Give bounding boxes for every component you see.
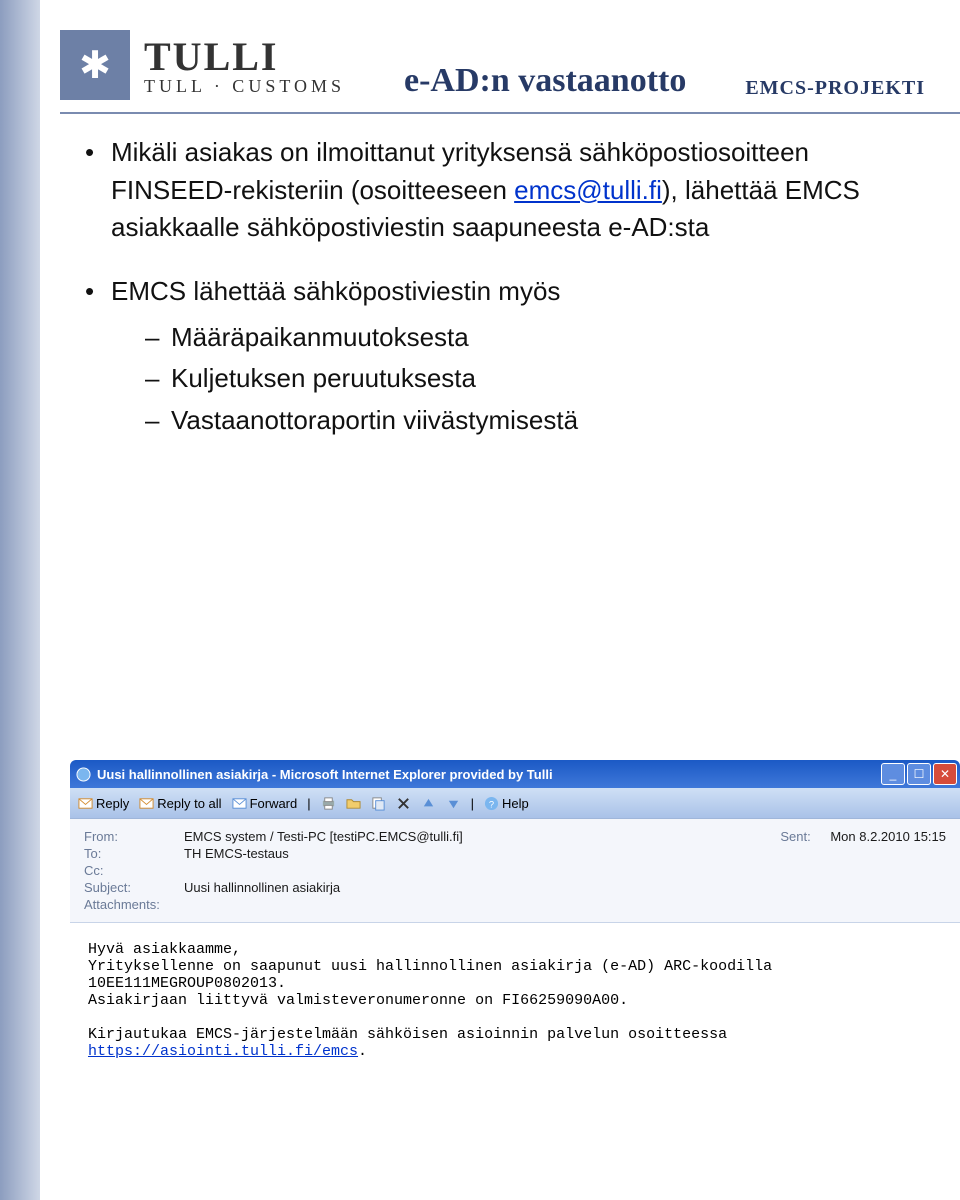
help-icon: ? [484,796,499,811]
arrow-up-icon [421,796,436,811]
from-value: EMCS system / Testi-PC [testiPC.EMCS@tul… [184,829,463,844]
bullet-2-text: EMCS lähettää sähköpostiviestin myös [111,276,560,306]
subject-value: Uusi hallinnollinen asiakirja [184,880,340,895]
envelope-icon [78,796,93,811]
ie-icon [76,767,91,782]
arrow-down-icon [446,796,461,811]
org-block: ✱ Tulli Tull · Customs [60,30,345,100]
org-subtitle: Tull · Customs [144,76,345,97]
slide-page: ✱ Tulli Tull · Customs e-AD:n vastaanott… [40,0,960,1200]
delete-icon [396,796,411,811]
move-button[interactable] [346,796,361,811]
close-button[interactable]: ✕ [933,763,957,785]
copy-icon [371,796,386,811]
divider [60,112,960,114]
folder-icon [346,796,361,811]
titlebar[interactable]: Uusi hallinnollinen asiakirja - Microsof… [70,760,960,788]
slide-sidebar [0,0,40,1200]
window-title: Uusi hallinnollinen asiakirja - Microsof… [97,767,553,782]
delete-button[interactable] [396,796,411,811]
to-value: TH EMCS-testaus [184,846,289,861]
email-window: Uusi hallinnollinen asiakirja - Microsof… [70,760,960,1200]
prev-button[interactable] [421,796,436,811]
bullet-1: Mikäli asiakas on ilmoittanut yrityksens… [85,134,910,247]
email-body: Hyvä asiakkaamme, Yrityksellenne on saap… [70,923,960,1171]
sent-value: Mon 8.2.2010 15:15 [830,829,946,844]
minimize-button[interactable]: _ [881,763,905,785]
org-logo-icon: ✱ [60,30,130,100]
envelope-icon [139,796,154,811]
slide-title: e-AD:n vastaanotto [345,62,745,100]
sub-bullet: Määräpaikanmuutoksesta [145,319,910,357]
subject-label: Subject: [84,880,184,895]
sub-bullet: Vastaanottoraportin viivästymisestä [145,402,910,440]
help-button[interactable]: ?Help [484,796,529,811]
bullet-2: EMCS lähettää sähköpostiviestin myös Mää… [85,273,910,440]
from-label: From: [84,829,184,844]
project-label: EMCS-PROJEKTI [745,77,925,100]
reply-all-button[interactable]: Reply to all [139,796,221,811]
sent-label: Sent: [780,829,830,844]
body-url[interactable]: https://asiointi.tulli.fi/emcs [88,1043,358,1060]
forward-button[interactable]: Forward [232,796,298,811]
next-button[interactable] [446,796,461,811]
email-link[interactable]: emcs@tulli.fi [514,175,662,205]
copy-button[interactable] [371,796,386,811]
org-name: Tulli [144,33,345,80]
body-line: 10EE111MEGROUP0802013. [88,975,286,992]
body-greeting: Hyvä asiakkaamme, [88,941,241,958]
maximize-button[interactable]: ☐ [907,763,931,785]
to-label: To: [84,846,184,861]
cc-label: Cc: [84,863,184,878]
attachments-label: Attachments: [84,897,184,912]
sub-bullet: Kuljetuksen peruutuksesta [145,360,910,398]
body-line: Kirjautukaa EMCS-järjestelmään sähköisen… [88,1026,727,1043]
email-headers: From: EMCS system / Testi-PC [testiPC.EM… [70,819,960,923]
slide-header: ✱ Tulli Tull · Customs e-AD:n vastaanott… [60,0,960,108]
body-line: Asiakirjaan liittyvä valmisteveronumeron… [88,992,628,1009]
print-button[interactable] [321,796,336,811]
email-toolbar: Reply Reply to all Forward | | ?Help [70,788,960,819]
reply-button[interactable]: Reply [78,796,129,811]
body-line: Yrityksellenne on saapunut uusi hallinno… [88,958,772,975]
print-icon [321,796,336,811]
slide-content: Mikäli asiakas on ilmoittanut yrityksens… [60,134,960,440]
envelope-icon [232,796,247,811]
svg-text:?: ? [489,799,494,809]
